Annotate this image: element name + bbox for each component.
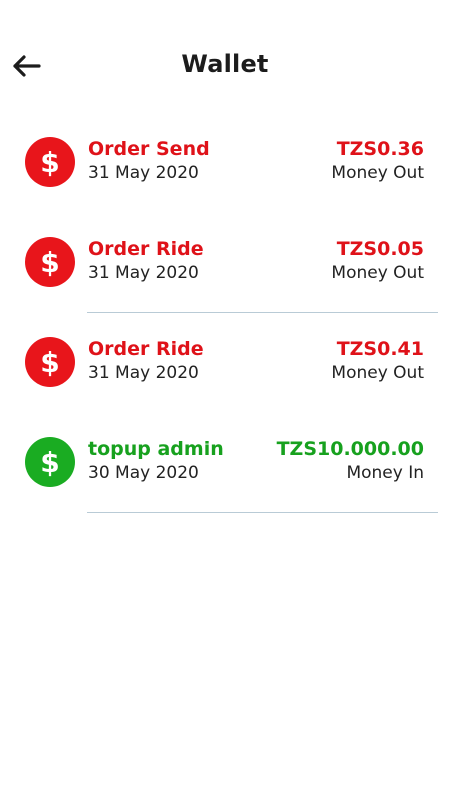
transaction-type: Money Out [331,363,424,383]
transaction-date: 31 May 2020 [88,163,199,183]
transaction-row[interactable]: $ Order Ride 31 May 2020 TZS0.41 Money O… [0,320,450,420]
dollar-icon: $ [25,337,75,387]
transaction-row[interactable]: $ Order Ride 31 May 2020 TZS0.05 Money O… [0,220,450,320]
page-title: Wallet [181,50,269,78]
divider [87,312,438,313]
transaction-row[interactable]: $ topup admin 30 May 2020 TZS10.000.00 M… [0,420,450,520]
transaction-type: Money Out [331,263,424,283]
transaction-list: $ Order Send 31 May 2020 TZS0.36 Money O… [0,120,450,520]
transaction-title: Order Send [88,138,210,160]
transaction-amount: TZS0.41 [336,338,424,360]
dollar-icon: $ [25,237,75,287]
transaction-title: topup admin [88,438,224,460]
transaction-type: Money Out [331,163,424,183]
transaction-title: Order Ride [88,338,204,360]
transaction-type: Money In [346,463,424,483]
transaction-title: Order Ride [88,238,204,260]
app-header: Wallet [0,0,450,130]
transaction-date: 31 May 2020 [88,363,199,383]
transaction-row[interactable]: $ Order Send 31 May 2020 TZS0.36 Money O… [0,120,450,220]
transaction-date: 31 May 2020 [88,263,199,283]
transaction-amount: TZS0.36 [336,138,424,160]
transaction-amount: TZS10.000.00 [276,438,424,460]
dollar-icon: $ [25,437,75,487]
divider [87,512,438,513]
transaction-date: 30 May 2020 [88,463,199,483]
dollar-icon: $ [25,137,75,187]
transaction-amount: TZS0.05 [336,238,424,260]
